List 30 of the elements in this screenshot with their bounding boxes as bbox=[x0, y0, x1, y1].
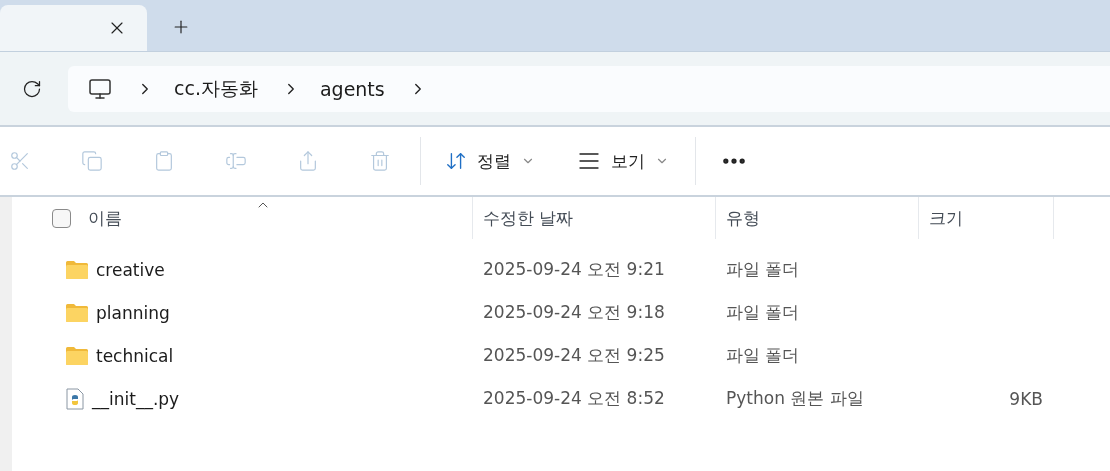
breadcrumb-item[interactable]: cc.자동화 bbox=[174, 75, 258, 102]
monitor-icon[interactable] bbox=[88, 76, 112, 101]
file-name[interactable]: planning bbox=[96, 302, 170, 323]
date-cell-text: 2025-09-24 오전 9:18 bbox=[482, 301, 665, 324]
file-name[interactable]: technical bbox=[96, 345, 174, 366]
column-header[interactable]: 크기 bbox=[929, 206, 963, 230]
python-file-icon bbox=[66, 387, 84, 410]
sort-button[interactable]: 정렬 bbox=[445, 149, 535, 173]
folder-icon bbox=[66, 303, 88, 322]
type-cell-text: Python 원본 파일 bbox=[725, 387, 864, 410]
type-cell-text: 파일 폴더 bbox=[725, 258, 800, 281]
breadcrumb-item[interactable]: agents bbox=[319, 77, 385, 100]
address-bar[interactable]: cc.자동화 agents bbox=[68, 65, 1110, 112]
type-cell-text: 파일 폴더 bbox=[725, 301, 800, 324]
file-name[interactable]: __init__.py bbox=[92, 388, 180, 409]
file-name[interactable]: creative bbox=[96, 259, 165, 280]
type-cell-text: 파일 폴더 bbox=[725, 344, 800, 367]
column-header[interactable]: 유형 bbox=[726, 206, 760, 230]
date-cell-text: 2025-09-24 오전 9:25 bbox=[482, 344, 665, 367]
size-cell-text: 9KB bbox=[1008, 388, 1044, 409]
folder-icon bbox=[66, 260, 88, 279]
date-cell-text: 2025-09-24 오전 8:52 bbox=[482, 387, 665, 410]
column-header[interactable]: 수정한 날짜 bbox=[483, 206, 574, 230]
date-cell-text: 2025-09-24 오전 9:21 bbox=[482, 258, 665, 281]
sort-arrows-icon bbox=[445, 150, 467, 172]
select-all-checkbox[interactable] bbox=[52, 208, 71, 228]
refresh-icon[interactable] bbox=[22, 78, 42, 99]
folder-icon bbox=[66, 346, 88, 365]
view-button[interactable]: 보기 bbox=[577, 149, 669, 173]
column-header[interactable]: 이름 bbox=[88, 206, 122, 230]
